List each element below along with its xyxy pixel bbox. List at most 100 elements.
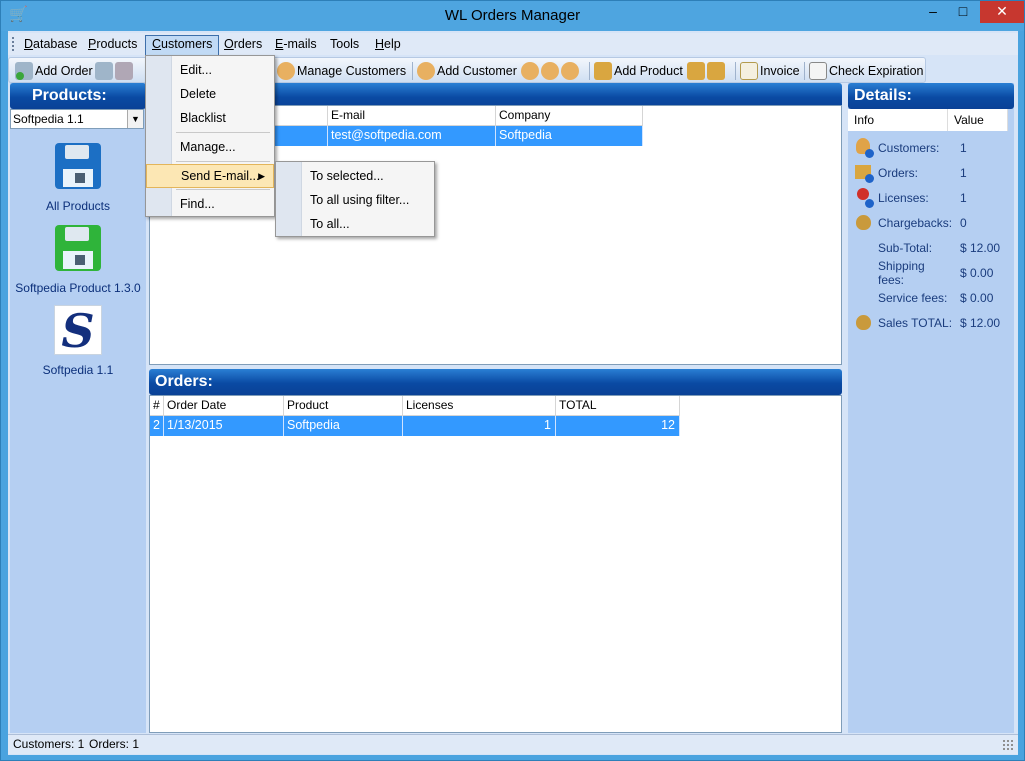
table-cell-email: test@softpedia.com bbox=[328, 126, 496, 146]
details-value: 0 bbox=[960, 215, 967, 230]
col-header-number[interactable]: # bbox=[150, 396, 164, 416]
add-product-button[interactable]: Add Product bbox=[594, 60, 683, 82]
calendar-clock-icon bbox=[809, 62, 827, 80]
licenses-icon bbox=[854, 187, 874, 208]
check-expiration-button[interactable]: Check Expiration bbox=[809, 60, 924, 82]
menubar-grip[interactable] bbox=[12, 37, 15, 51]
title-bar: 🛒 WL Orders Manager – □ ✕ bbox=[1, 1, 1024, 31]
details-row-subtotal: Sub-Total: $ 12.00 bbox=[854, 235, 1014, 260]
client-area: Database Products Customers Orders E-mai… bbox=[8, 31, 1018, 755]
details-row-orders: Orders: 1 bbox=[854, 160, 1014, 185]
details-row-chargebacks: Chargebacks: 0 bbox=[854, 210, 1014, 235]
send-email-submenu: To selected... To all using filter... To… bbox=[275, 161, 435, 237]
product-tools-buttons[interactable] bbox=[687, 60, 727, 82]
menu-emails[interactable]: E-mails bbox=[269, 35, 323, 55]
details-value: $ 0.00 bbox=[960, 290, 994, 305]
floppy-green-icon bbox=[55, 225, 101, 271]
table-cell-product: Softpedia bbox=[284, 416, 403, 436]
menu-item-manage[interactable]: Manage... bbox=[146, 135, 274, 159]
menu-separator bbox=[176, 189, 270, 190]
product-tile-label: Softpedia 1.1 bbox=[42, 363, 114, 377]
col-header-total[interactable]: TOTAL bbox=[556, 396, 680, 416]
menu-customers[interactable]: Customers bbox=[145, 35, 220, 55]
add-customer-icon bbox=[417, 62, 435, 80]
menu-help[interactable]: Help bbox=[369, 35, 407, 55]
col-header-value: Value bbox=[948, 109, 1008, 131]
col-header-order-date[interactable]: Order Date bbox=[164, 396, 284, 416]
status-customers: Customers: 1 bbox=[13, 737, 85, 751]
col-header-company[interactable]: Company bbox=[496, 106, 643, 126]
menu-item-find[interactable]: Find... bbox=[146, 192, 274, 216]
menu-item-blacklist[interactable]: Blacklist bbox=[146, 106, 274, 130]
add-order-label: Add Order bbox=[35, 64, 93, 78]
add-customer-button[interactable]: Add Customer bbox=[417, 60, 517, 82]
details-label: Licenses: bbox=[878, 190, 929, 205]
details-value: $ 12.00 bbox=[960, 240, 1001, 255]
minimize-button[interactable]: – bbox=[919, 1, 947, 23]
edit-customer-icon bbox=[521, 62, 539, 80]
details-value: 1 bbox=[960, 190, 967, 205]
menu-item-delete[interactable]: Delete bbox=[146, 82, 274, 106]
close-button[interactable]: ✕ bbox=[980, 1, 1024, 23]
add-customer-label: Add Customer bbox=[437, 64, 517, 78]
table-cell-licenses: 1 bbox=[403, 416, 556, 436]
maximize-button[interactable]: □ bbox=[949, 1, 977, 23]
details-value: $ 12.00 bbox=[960, 315, 1001, 330]
resize-grip[interactable] bbox=[1002, 739, 1014, 751]
details-row-customers: Customers: 1 bbox=[854, 135, 1014, 160]
menu-item-send-email[interactable]: Send E-mail... ▶ bbox=[146, 164, 274, 188]
details-value: 1 bbox=[960, 140, 967, 155]
delete-customer-icon bbox=[541, 62, 559, 80]
col-header-email[interactable]: E-mail bbox=[328, 106, 496, 126]
products-panel: Products: Softpedia 1.1 ▼ All Products S… bbox=[10, 83, 146, 733]
check-expiration-label: Check Expiration bbox=[829, 64, 924, 78]
product-tile-softpedia-product[interactable]: Softpedia Product 1.3.0 bbox=[10, 225, 146, 295]
col-header-product[interactable]: Product bbox=[284, 396, 403, 416]
invoice-button[interactable]: Invoice bbox=[740, 60, 800, 82]
details-grid-header: Info Value bbox=[848, 109, 1008, 131]
orders-grid[interactable]: # Order Date Product Licenses TOTAL 2 1/… bbox=[149, 395, 842, 733]
orders-grid-header: # Order Date Product Licenses TOTAL bbox=[150, 396, 680, 416]
manage-customers-label: Manage Customers bbox=[297, 64, 407, 78]
submenu-item-to-selected[interactable]: To selected... bbox=[276, 164, 434, 188]
details-label: Chargebacks: bbox=[878, 215, 953, 230]
menu-products[interactable]: Products bbox=[82, 35, 143, 55]
orders-header: Orders: bbox=[149, 369, 842, 395]
menu-item-edit[interactable]: Edit... bbox=[146, 58, 274, 82]
add-order-button[interactable]: Add Order bbox=[15, 60, 93, 82]
blank-icon bbox=[854, 238, 874, 258]
table-cell-total: 12 bbox=[556, 416, 680, 436]
menu-tools[interactable]: Tools bbox=[324, 35, 365, 55]
chargebacks-icon bbox=[854, 213, 874, 233]
product-tile-all[interactable]: All Products bbox=[10, 143, 146, 213]
details-label: Service fees: bbox=[878, 290, 948, 305]
chevron-down-icon[interactable]: ▼ bbox=[127, 110, 143, 128]
find-customer-icon bbox=[561, 62, 579, 80]
menu-orders[interactable]: Orders bbox=[218, 35, 268, 55]
manage-customers-button[interactable]: Manage Customers bbox=[277, 60, 406, 82]
floppy-blue-icon bbox=[55, 143, 101, 189]
product-tile-softpedia[interactable]: S Softpedia 1.1 bbox=[10, 304, 146, 377]
table-row[interactable]: 2 1/13/2015 Softpedia 1 12 bbox=[150, 416, 680, 436]
delete-order-icon bbox=[115, 62, 133, 80]
product-select[interactable]: Softpedia 1.1 ▼ bbox=[10, 109, 144, 129]
customers-menu: Edit... Delete Blacklist Manage... Send … bbox=[145, 55, 275, 217]
menu-database[interactable]: Database bbox=[18, 35, 84, 55]
orders-icon bbox=[854, 163, 874, 183]
edit-order-button[interactable] bbox=[95, 60, 135, 82]
details-label: Customers: bbox=[878, 140, 940, 155]
menu-separator bbox=[176, 132, 270, 133]
customer-tools-buttons[interactable] bbox=[521, 60, 581, 82]
money-bag-icon bbox=[854, 313, 874, 333]
col-header-licenses[interactable]: Licenses bbox=[403, 396, 556, 416]
add-product-label: Add Product bbox=[614, 64, 683, 78]
details-panel: Details: Info Value Customers: 1 Orders:… bbox=[848, 83, 1014, 733]
details-label: Orders: bbox=[878, 165, 919, 180]
menu-separator bbox=[176, 161, 270, 162]
details-label: Sales TOTAL: bbox=[878, 315, 953, 330]
submenu-item-to-all-filter[interactable]: To all using filter... bbox=[276, 188, 434, 212]
submenu-item-to-all[interactable]: To all... bbox=[276, 212, 434, 236]
details-row-shipping: Shipping fees: $ 0.00 bbox=[854, 259, 1014, 287]
menu-item-send-email-label: Send E-mail... bbox=[181, 169, 260, 183]
invoice-icon bbox=[740, 62, 758, 80]
